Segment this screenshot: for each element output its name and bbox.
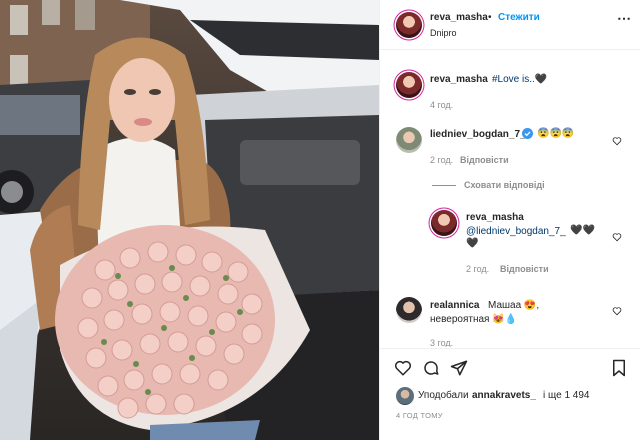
reply-button-liedniev[interactable]: Відповісти: [460, 155, 509, 165]
comment-username-liedniev[interactable]: liedniev_bogdan_7_: [430, 129, 526, 140]
reply-hearts-line2: 🖤: [466, 238, 479, 249]
follow-button[interactable]: Стежити: [498, 12, 540, 23]
photo-illustration: [0, 0, 379, 440]
comment-text-liedniev: 😨😨😨: [537, 128, 575, 139]
likes-count[interactable]: і ще 1 494: [543, 390, 589, 401]
likes-user[interactable]: annakravets_: [472, 390, 536, 401]
post-location[interactable]: Dnipro: [430, 28, 457, 38]
reply-like-heart-icon[interactable]: [612, 232, 622, 242]
caption-text: #Love is..🖤: [492, 74, 548, 85]
liker-avatar[interactable]: [396, 387, 414, 405]
post-header: reva_masha • Стежити Dnipro ⋯: [380, 0, 640, 50]
verified-icon: [522, 128, 533, 139]
comment-text-realannica-1: Машаа 😍,: [488, 300, 540, 311]
hide-replies-divider: [432, 185, 456, 186]
likes-prefix: Уподобали: [418, 390, 469, 401]
comment-time-liedniev[interactable]: 2 год.: [430, 155, 453, 165]
post-actions-bar: Уподобали annakravets_ і ще 1 494 4 ГОД …: [380, 348, 640, 440]
author-avatar[interactable]: [396, 12, 422, 38]
comment-icon[interactable]: [420, 357, 442, 379]
comment-text-realannica-2: невероятная 😻💧: [430, 314, 518, 325]
comment-avatar-liedniev[interactable]: [396, 127, 422, 153]
comment-username-realannica[interactable]: realannica: [430, 300, 479, 311]
author-username[interactable]: reva_masha: [430, 12, 488, 23]
reply-hearts-line1: 🖤🖤: [570, 225, 595, 236]
reply-avatar[interactable]: [431, 210, 457, 236]
hide-replies-button[interactable]: Сховати відповіді: [464, 180, 545, 190]
post-photo[interactable]: [0, 0, 379, 440]
caption-time[interactable]: 4 год.: [430, 100, 453, 110]
reply-button-reva[interactable]: Відповісти: [500, 264, 549, 274]
post-side-panel: reva_masha • Стежити Dnipro ⋯ reva_masha…: [379, 0, 640, 440]
comment-like-heart-icon-2[interactable]: [612, 306, 622, 316]
reply-username[interactable]: reva_masha: [466, 212, 524, 223]
post-timestamp[interactable]: 4 ГОД ТОМУ: [396, 411, 443, 420]
comment-avatar-realannica[interactable]: [396, 297, 422, 323]
share-icon[interactable]: [448, 357, 470, 379]
caption-avatar[interactable]: [396, 72, 422, 98]
comment-like-heart-icon[interactable]: [612, 136, 622, 146]
more-options-icon[interactable]: ⋯: [617, 10, 632, 27]
instagram-post: reva_masha • Стежити Dnipro ⋯ reva_masha…: [0, 0, 640, 440]
caption-username[interactable]: reva_masha: [430, 74, 488, 85]
reply-mention[interactable]: @liedniev_bogdan_7_: [466, 226, 566, 237]
bookmark-icon[interactable]: [608, 357, 630, 379]
reply-time[interactable]: 2 год.: [466, 264, 489, 274]
heart-icon[interactable]: [392, 357, 414, 379]
header-separator: •: [488, 12, 492, 23]
comment-time-realannica[interactable]: 3 год.: [430, 338, 453, 347]
